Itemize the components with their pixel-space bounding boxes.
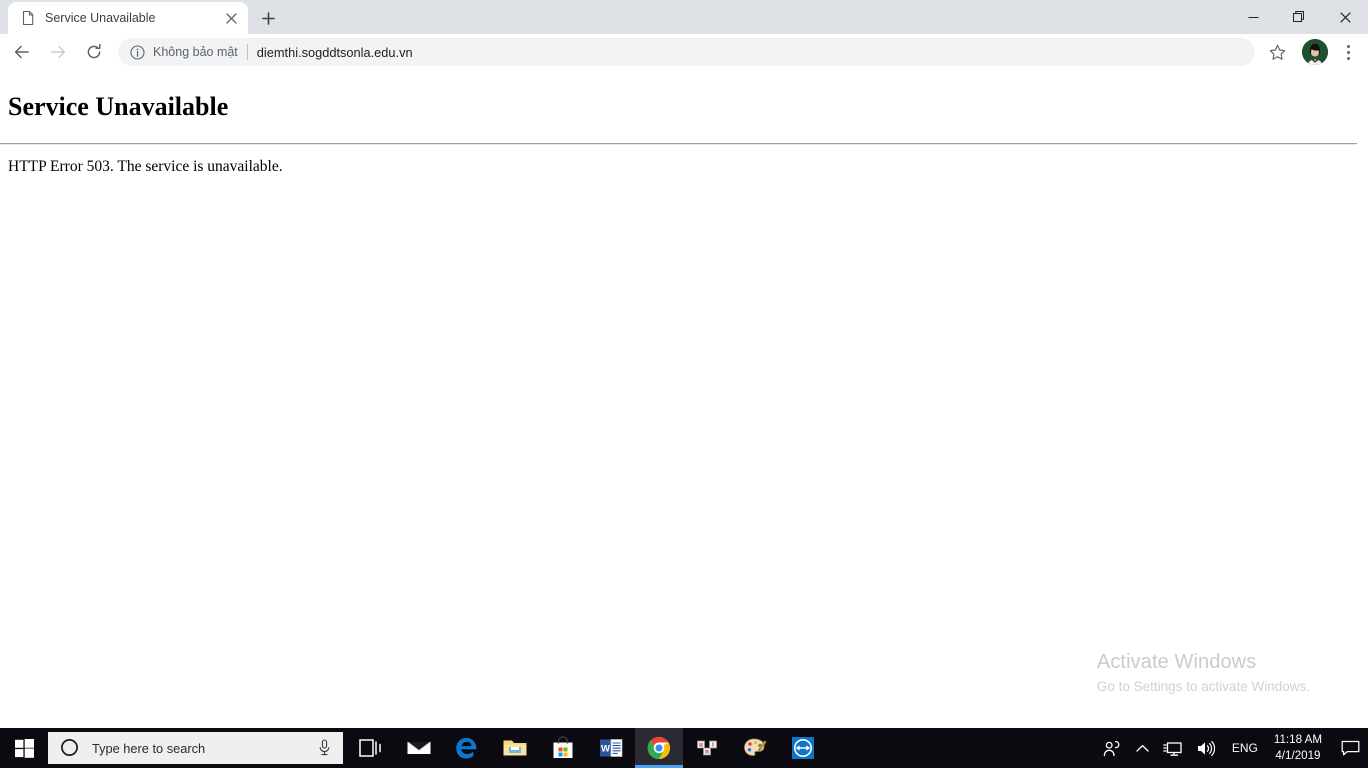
taskbar-item-unikey[interactable]: u i n: [683, 728, 731, 768]
url-text: diemthi.sogddtsonla.edu.vn: [256, 44, 413, 60]
notification-center-icon[interactable]: [1332, 728, 1368, 768]
page-title: Service Unavailable: [8, 92, 229, 121]
restore-button[interactable]: [1276, 0, 1322, 34]
menu-dot: [1346, 56, 1350, 60]
microphone-icon[interactable]: [317, 739, 333, 757]
window-controls: [1230, 0, 1368, 34]
taskbar-item-paint[interactable]: [731, 728, 779, 768]
volume-icon[interactable]: [1189, 728, 1222, 768]
new-tab-button[interactable]: [254, 4, 282, 32]
page-content: Service Unavailable HTTP Error 503. The …: [0, 70, 1368, 728]
system-tray: ENG 11:18 AM 4/1/2019: [1096, 728, 1368, 768]
svg-text:u: u: [699, 743, 703, 749]
forward-arrow-icon: [42, 36, 74, 68]
task-view-icon: [359, 739, 381, 757]
taskbar-item-task-view[interactable]: [347, 728, 395, 768]
browser-window: Service Unavailable Không bảo mật diemth…: [0, 0, 1368, 728]
address-bar[interactable]: Không bảo mật diemthi.sogddtsonla.edu.vn: [118, 38, 1255, 66]
google-chrome-icon: [647, 736, 670, 760]
mail-icon: [407, 741, 431, 754]
unikey-icon: u i n: [697, 740, 717, 756]
chevron-up-icon[interactable]: [1129, 728, 1156, 768]
watermark-subtitle: Go to Settings to activate Windows.: [1096, 679, 1310, 694]
info-circle-icon[interactable]: [126, 41, 148, 63]
svg-text:n: n: [705, 750, 709, 756]
search-input[interactable]: Type here to search: [48, 732, 343, 764]
browser-toolbar: Không bảo mật diemthi.sogddtsonla.edu.vn: [0, 34, 1368, 70]
tab-strip: Service Unavailable: [0, 0, 1368, 34]
windows-logo-icon[interactable]: [0, 728, 48, 768]
microsoft-store-icon: [553, 736, 573, 758]
menu-dot: [1346, 44, 1350, 48]
error-message: HTTP Error 503. The service is unavailab…: [8, 158, 283, 176]
activate-windows-watermark: Activate Windows Go to Settings to activ…: [1097, 650, 1310, 694]
microsoft-word-icon: W: [600, 739, 623, 757]
search-placeholder-text: Type here to search: [92, 740, 206, 756]
reload-icon[interactable]: [78, 36, 110, 68]
close-window-button[interactable]: [1322, 0, 1368, 34]
taskbar-item-google-chrome[interactable]: [635, 728, 683, 768]
network-monitor-icon[interactable]: [1156, 728, 1189, 768]
windows-taskbar: Type here to search W u i n ENG 11:18 AM…: [0, 728, 1368, 768]
language-indicator[interactable]: ENG: [1222, 741, 1268, 755]
cortana-circle-icon: [60, 738, 80, 758]
security-status-label: Không bảo mật: [153, 45, 238, 59]
paint-icon: [744, 738, 767, 756]
clock-time: 11:18 AM: [1273, 733, 1322, 747]
taskbar-item-microsoft-store[interactable]: [539, 728, 587, 768]
taskbar-pinned-apps: W u i n: [347, 728, 827, 768]
watermark-title: Activate Windows: [1096, 651, 1257, 673]
close-icon[interactable]: [220, 7, 242, 29]
star-icon[interactable]: [1262, 37, 1292, 67]
three-dot-menu-icon[interactable]: [1335, 37, 1361, 67]
profile-avatar[interactable]: [1302, 39, 1328, 65]
page-document-icon: [20, 10, 36, 26]
taskbar-item-microsoft-word[interactable]: W: [587, 728, 635, 768]
people-icon[interactable]: [1096, 728, 1129, 768]
taskbar-item-file-explorer[interactable]: [491, 728, 539, 768]
taskbar-item-mail[interactable]: [395, 728, 443, 768]
taskbar-item-teamviewer[interactable]: [779, 728, 827, 768]
minimize-button[interactable]: [1230, 0, 1276, 34]
taskbar-item-microsoft-edge[interactable]: [443, 728, 491, 768]
clock-date: 4/1/2019: [1275, 749, 1321, 762]
microsoft-edge-icon: [456, 737, 477, 759]
teamviewer-icon: [792, 737, 814, 759]
folder-icon: [503, 740, 527, 756]
browser-tab[interactable]: Service Unavailable: [8, 2, 248, 34]
tab-title: Service Unavailable: [45, 11, 156, 25]
svg-text:W: W: [601, 744, 610, 755]
menu-dot: [1346, 50, 1350, 54]
omnibox-separator: [246, 44, 248, 60]
back-arrow-icon[interactable]: [6, 36, 38, 68]
clock[interactable]: 11:18 AM 4/1/2019: [1268, 728, 1332, 768]
